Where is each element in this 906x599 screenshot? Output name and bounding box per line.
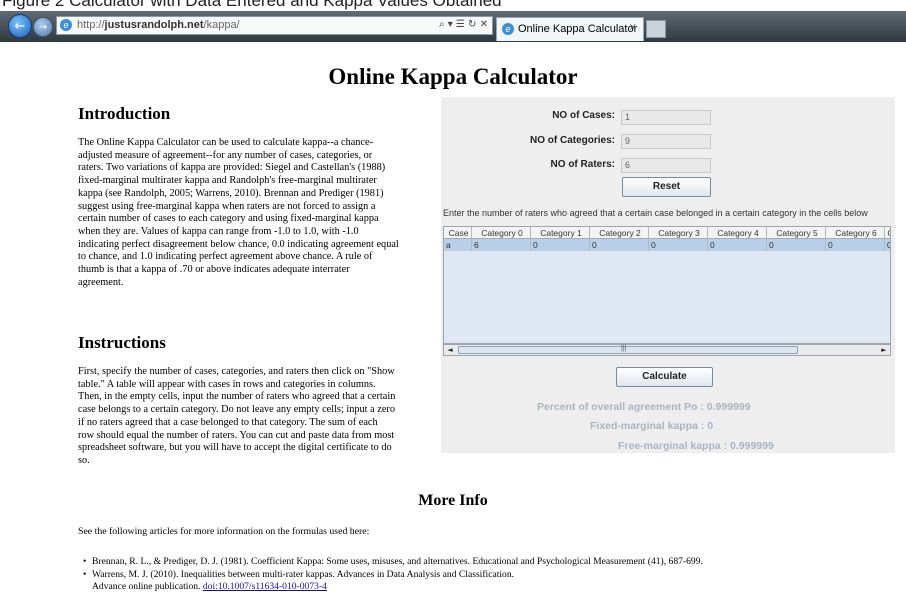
header-case: Case xyxy=(444,227,472,239)
cell-category-6[interactable]: 0 xyxy=(826,239,885,251)
header-category-1: Category 1 xyxy=(531,227,590,239)
categories-input[interactable]: 9 xyxy=(621,134,711,149)
browser-tab[interactable]: e Online Kappa Calculator × xyxy=(496,17,644,41)
see-following-text: See the following articles for more info… xyxy=(78,526,370,537)
references-list: Brennan, R. L., & Prediger, D. J. (1981)… xyxy=(83,556,703,594)
raters-label: NO of Raters: xyxy=(550,159,615,170)
kappa-applet: NO of Cases: 1 NO of Categories: 9 NO of… xyxy=(441,97,895,453)
ie-page-icon: e xyxy=(60,19,72,31)
scroll-thumb[interactable]: ||| xyxy=(458,345,798,354)
scroll-right-icon[interactable]: ► xyxy=(879,345,889,355)
cell-category-0[interactable]: 6 xyxy=(472,239,531,251)
doi-link[interactable]: doi:10.1007/s11634-010-0073-4 xyxy=(203,581,327,592)
more-info-heading: More Info xyxy=(418,492,488,509)
cases-input[interactable]: 1 xyxy=(621,110,711,125)
scroll-left-icon[interactable]: ◄ xyxy=(445,345,455,355)
scroll-grip-icon: ||| xyxy=(621,345,627,352)
tab-title: Online Kappa Calculator xyxy=(518,23,638,35)
header-category-5: Category 5 xyxy=(767,227,826,239)
raters-input[interactable]: 6 xyxy=(621,158,711,173)
back-icon[interactable]: ← xyxy=(8,14,32,38)
header-category-0: Category 0 xyxy=(472,227,531,239)
calculate-button[interactable]: Calculate xyxy=(616,367,713,387)
cell-category-4[interactable]: 0 xyxy=(708,239,767,251)
header-category-4: Category 4 xyxy=(708,227,767,239)
browser-toolbar: ← → e http://justusrandolph.net/kappa/ ⌕… xyxy=(0,11,906,42)
categories-label: NO of Categories: xyxy=(529,135,615,146)
free-kappa-result: Free-marginal kappa : 0.999999 xyxy=(618,440,774,452)
header-category-3: Category 3 xyxy=(649,227,708,239)
reference-continuation: Advance online publication. doi:10.1007/… xyxy=(92,581,327,592)
cell-category-1[interactable]: 0 xyxy=(531,239,590,251)
reference-item: Warrens, M. J. (2010). Inequalities betw… xyxy=(83,569,703,582)
forward-icon[interactable]: → xyxy=(33,17,53,37)
address-tools-icons[interactable]: ⌕ ▾ ☰ ↻ ✕ xyxy=(439,19,488,30)
instructions-heading: Instructions xyxy=(78,333,166,352)
instructions-text: First, specify the number of cases, cate… xyxy=(78,366,396,466)
cell-case[interactable]: a xyxy=(444,239,472,251)
reference-item: Brennan, R. L., & Prediger, D. J. (1981)… xyxy=(83,556,703,569)
header-category-6: Category 6 xyxy=(826,227,885,239)
cell-category-partial[interactable]: 0 xyxy=(885,239,890,251)
introduction-heading: Introduction xyxy=(78,104,171,123)
header-category-2: Category 2 xyxy=(590,227,649,239)
header-category-partial: C xyxy=(885,227,890,239)
ratings-table[interactable]: Case Category 0 Category 1 Category 2 Ca… xyxy=(443,226,891,344)
reset-button[interactable]: Reset xyxy=(622,177,711,197)
po-result: Percent of overall agreement Po : 0.9999… xyxy=(537,401,751,413)
figure-caption: Figure 2 Calculator with Data Entered an… xyxy=(2,0,502,10)
new-tab-button[interactable] xyxy=(646,20,666,38)
page-title: Online Kappa Calculator xyxy=(328,64,578,89)
cell-category-3[interactable]: 0 xyxy=(649,239,708,251)
cell-category-5[interactable]: 0 xyxy=(767,239,826,251)
address-bar[interactable]: e http://justusrandolph.net/kappa/ ⌕ ▾ ☰… xyxy=(56,16,493,35)
fixed-kappa-result: Fixed-marginal kappa : 0 xyxy=(590,420,714,432)
cases-label: NO of Cases: xyxy=(552,110,615,121)
cell-category-2[interactable]: 0 xyxy=(590,239,649,251)
ie-tab-icon: e xyxy=(502,23,514,35)
address-url[interactable]: http://justusrandolph.net/kappa/ xyxy=(77,19,240,31)
horizontal-scrollbar[interactable]: ◄ ||| ► xyxy=(443,344,891,356)
close-tab-icon[interactable]: × xyxy=(629,22,637,33)
table-instruction: Enter the number of raters who agreed th… xyxy=(443,208,868,218)
introduction-text: The Online Kappa Calculator can be used … xyxy=(78,137,399,288)
